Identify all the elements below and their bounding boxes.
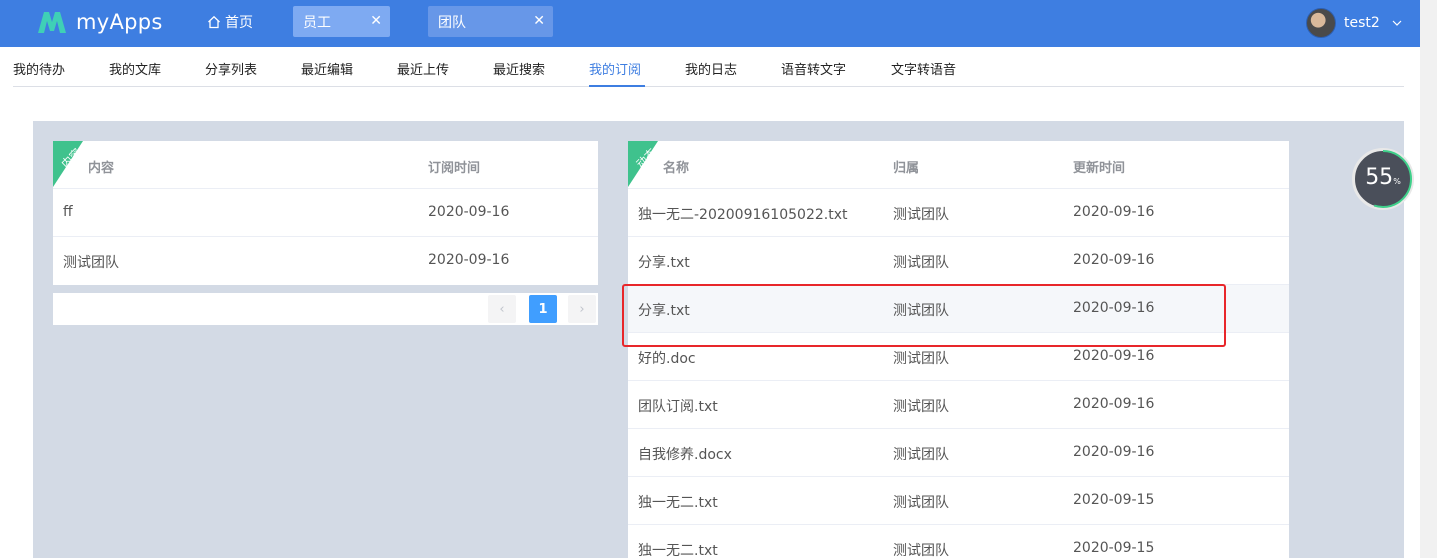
table-row[interactable]: 独一无二.txt 测试团队 2020-09-15	[628, 524, 1289, 558]
table-row[interactable]: 自我修养.docx 测试团队 2020-09-16	[628, 428, 1289, 476]
cell-name: 独一无二.txt	[638, 543, 718, 558]
app-logo[interactable]: myApps	[36, 8, 163, 36]
tab-team[interactable]: 团队 ✕	[428, 6, 553, 37]
cell-time: 2020-09-16	[428, 204, 510, 220]
highlight-box	[622, 284, 1226, 347]
page-number-button[interactable]: 1	[529, 295, 557, 323]
home-tab-label: 首页	[225, 15, 253, 31]
column-header-owner: 归属	[893, 161, 920, 176]
cell-name: 自我修养.docx	[638, 447, 732, 463]
subnav-item-share-list[interactable]: 分享列表	[205, 59, 257, 78]
subscriptions-table: 内容 内容 订阅时间 ff 2020-09-16 测试团队 2020-09-16	[53, 141, 598, 285]
logo-icon	[38, 12, 66, 33]
table-row[interactable]: 独一无二.txt 测试团队 2020-09-15	[628, 476, 1289, 524]
activity-table: 动态 名称 归属 更新时间 独一无二-20200916105022.txt 测试…	[628, 141, 1289, 558]
subnav-item-text-to-speech[interactable]: 文字转语音	[891, 59, 956, 78]
cell-owner: 测试团队	[893, 447, 949, 463]
table-row[interactable]: ff 2020-09-16	[53, 188, 598, 236]
chevron-down-icon	[1392, 20, 1402, 26]
cell-owner: 测试团队	[893, 495, 949, 511]
tab-employee[interactable]: 员工 ✕	[293, 6, 390, 37]
home-tab[interactable]: 首页	[207, 12, 253, 32]
subnav-item-recent-edit[interactable]: 最近编辑	[301, 59, 353, 78]
page-scrollbar[interactable]	[1420, 0, 1437, 558]
active-tab-indicator	[589, 85, 645, 87]
cell-time: 2020-09-16	[1073, 444, 1155, 460]
gauge-value: 55%	[1355, 165, 1411, 190]
cell-content: ff	[63, 204, 73, 220]
cell-name: 独一无二.txt	[638, 495, 718, 511]
sub-navigation: 我的待办 我的文库 分享列表 最近编辑 最近上传 最近搜索 我的订阅 我的日志 …	[13, 48, 1404, 87]
close-icon[interactable]: ✕	[533, 13, 545, 29]
subnav-item-logs[interactable]: 我的日志	[685, 59, 737, 78]
table-row[interactable]: 测试团队 2020-09-16	[53, 236, 598, 284]
cell-content: 测试团队	[63, 255, 119, 271]
table-row[interactable]: 分享.txt 测试团队 2020-09-16	[628, 236, 1289, 284]
cell-time: 2020-09-16	[1073, 204, 1155, 220]
close-icon[interactable]: ✕	[370, 13, 382, 29]
gauge-number: 55	[1365, 165, 1394, 190]
tab-employee-label: 员工	[303, 14, 331, 31]
app-name: myApps	[76, 10, 163, 34]
cell-time: 2020-09-16	[1073, 252, 1155, 268]
cell-name: 好的.doc	[638, 351, 696, 367]
cell-name: 团队订阅.txt	[638, 399, 718, 415]
cell-name: 分享.txt	[638, 255, 690, 271]
cell-owner: 测试团队	[893, 207, 949, 223]
gauge-unit: %	[1393, 177, 1401, 186]
prev-page-button[interactable]: ‹	[488, 295, 516, 323]
cell-owner: 测试团队	[893, 351, 949, 367]
next-page-button[interactable]: ›	[568, 295, 596, 323]
top-bar: myApps 首页 员工 ✕ 团队 ✕ test2	[0, 0, 1420, 47]
subnav-item-recent-upload[interactable]: 最近上传	[397, 59, 449, 78]
tab-team-label: 团队	[438, 14, 466, 31]
subnav-item-recent-search[interactable]: 最近搜索	[493, 59, 545, 78]
cell-name: 独一无二-20200916105022.txt	[638, 207, 848, 223]
cell-owner: 测试团队	[893, 255, 949, 271]
user-menu[interactable]: test2	[1306, 8, 1402, 38]
avatar[interactable]	[1306, 8, 1336, 38]
cell-time: 2020-09-16	[1073, 396, 1155, 412]
table-row[interactable]: 独一无二-20200916105022.txt 测试团队 2020-09-16	[628, 188, 1289, 236]
pagination: ‹ 1 ›	[53, 293, 598, 325]
cell-time: 2020-09-15	[1073, 540, 1155, 556]
subnav-item-library[interactable]: 我的文库	[109, 59, 161, 78]
progress-gauge[interactable]: 55%	[1352, 148, 1414, 210]
user-name: test2	[1344, 15, 1380, 31]
subnav-item-todo[interactable]: 我的待办	[13, 59, 65, 78]
column-header-name: 名称	[663, 161, 690, 176]
column-header-subscribe-time: 订阅时间	[428, 161, 481, 176]
subnav-item-subscriptions[interactable]: 我的订阅	[589, 59, 641, 78]
cell-owner: 测试团队	[893, 399, 949, 415]
cell-owner: 测试团队	[893, 543, 949, 558]
cell-time: 2020-09-15	[1073, 492, 1155, 508]
home-icon	[208, 15, 220, 29]
cell-time: 2020-09-16	[428, 252, 510, 268]
cell-time: 2020-09-16	[1073, 348, 1155, 364]
column-header-update-time: 更新时间	[1073, 161, 1126, 176]
column-header-content: 内容	[88, 161, 115, 176]
table-row[interactable]: 团队订阅.txt 测试团队 2020-09-16	[628, 380, 1289, 428]
subnav-item-speech-to-text[interactable]: 语音转文字	[781, 59, 846, 78]
